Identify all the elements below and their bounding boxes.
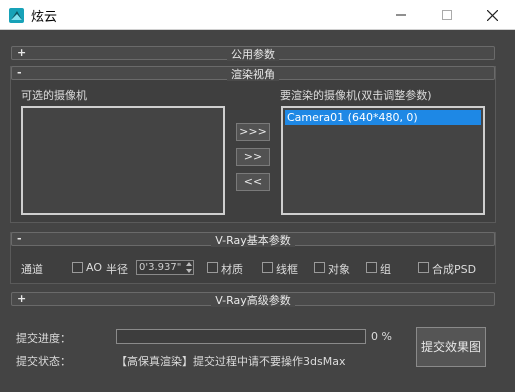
- remove-camera-button[interactable]: <<: [236, 173, 270, 191]
- channel-label: 通道: [21, 263, 43, 276]
- submit-render-button[interactable]: 提交效果图: [416, 327, 486, 367]
- selected-cameras-list[interactable]: Camera01 (640*480, 0): [281, 106, 485, 215]
- title-bar: 炫云: [0, 0, 515, 30]
- maximize-icon: [442, 10, 452, 20]
- window-title: 炫云: [31, 10, 58, 25]
- wireframe-checkbox[interactable]: [262, 262, 273, 273]
- rollout-title: V-Ray基本参数: [211, 234, 295, 247]
- spinner-arrows-icon[interactable]: [185, 261, 193, 274]
- rollout-common[interactable]: + 公用参数: [11, 46, 495, 61]
- list-item[interactable]: Camera01 (640*480, 0): [285, 110, 481, 125]
- radius-spinner[interactable]: 0'3.937": [136, 260, 194, 275]
- rollout-title: 渲染视角: [227, 68, 279, 81]
- ao-checkbox[interactable]: [72, 262, 83, 273]
- rollout-vray-basic[interactable]: - V-Ray基本参数: [11, 232, 495, 247]
- material-label: 材质: [221, 263, 243, 276]
- group-checkbox[interactable]: [366, 262, 377, 273]
- submit-progress-bar: [116, 329, 366, 344]
- material-checkbox[interactable]: [207, 262, 218, 273]
- add-all-cameras-button[interactable]: >>>: [236, 123, 270, 141]
- available-cameras-list[interactable]: [21, 106, 225, 215]
- rollout-title: V-Ray高级参数: [211, 294, 295, 307]
- radius-label: 半径: [106, 263, 128, 276]
- rollout-title: 公用参数: [227, 48, 279, 61]
- wireframe-label: 线框: [276, 263, 298, 276]
- available-cameras-label: 可选的摄像机: [21, 89, 87, 102]
- submit-progress-label: 提交进度：: [16, 332, 71, 345]
- submit-status-label: 提交状态：: [16, 355, 71, 368]
- close-icon: [486, 9, 498, 21]
- radius-value: 0'3.937": [139, 262, 182, 273]
- selected-cameras-label: 要渲染的摄像机(双击调整参数): [280, 89, 432, 102]
- ao-label: AO: [86, 261, 102, 274]
- object-label: 对象: [328, 263, 350, 276]
- close-button[interactable]: [469, 0, 515, 30]
- submit-status-text: 【高保真渲染】提交过程中请不要操作3dsMax: [116, 355, 346, 368]
- add-camera-button[interactable]: >>: [236, 148, 270, 166]
- composite-psd-checkbox[interactable]: [418, 262, 429, 273]
- composite-psd-label: 合成PSD: [432, 263, 477, 276]
- minimize-button[interactable]: [378, 0, 424, 30]
- object-checkbox[interactable]: [314, 262, 325, 273]
- xuanyun-logo-icon: [9, 8, 24, 23]
- group-label: 组: [380, 263, 391, 276]
- progress-percent-text: 0 %: [371, 330, 392, 343]
- maximize-button[interactable]: [424, 0, 470, 30]
- minimize-icon: [396, 14, 406, 16]
- rollout-vray-advanced[interactable]: + V-Ray高级参数: [11, 292, 495, 307]
- rollout-render-view[interactable]: - 渲染视角: [11, 66, 495, 81]
